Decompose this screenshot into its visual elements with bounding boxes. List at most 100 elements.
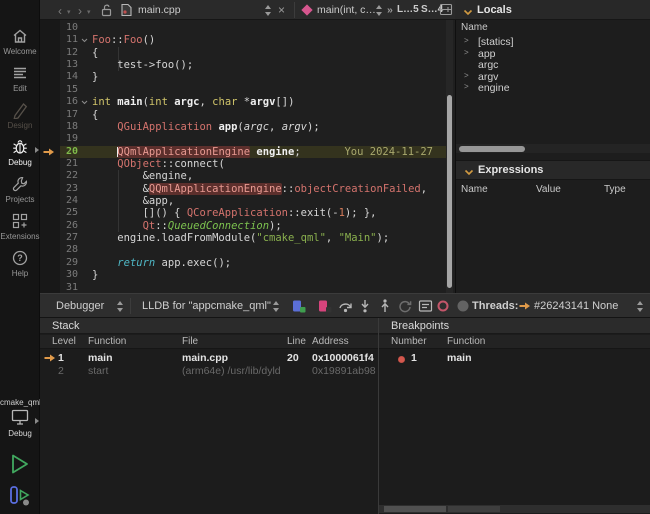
- expand-chevron-icon[interactable]: >: [464, 48, 469, 57]
- code-line-28[interactable]: 28: [40, 244, 447, 256]
- expand-chevron-icon[interactable]: >: [464, 71, 469, 80]
- breakpoint-margin-cell[interactable]: [40, 207, 60, 219]
- code-line-31[interactable]: 31: [40, 282, 447, 293]
- unlock-icon[interactable]: [100, 3, 114, 20]
- stack-col-file[interactable]: File: [182, 336, 198, 347]
- line-number[interactable]: 20: [60, 146, 78, 158]
- code-line-19[interactable]: 19: [40, 133, 447, 145]
- code-line-27[interactable]: 27 engine.loadFromModule("cmake_qml", "M…: [40, 232, 447, 244]
- sidebar-mode-debug[interactable]: Debug: [0, 135, 40, 172]
- breakpoint-margin-cell[interactable]: [40, 133, 60, 145]
- code-line-30[interactable]: 30}: [40, 269, 447, 281]
- code-line-11[interactable]: 11Foo::Foo(): [40, 34, 447, 46]
- scrollbar-thumb[interactable]: [447, 95, 452, 288]
- line-number[interactable]: 13: [60, 59, 78, 71]
- thread-dropdown-icon[interactable]: [636, 301, 644, 312]
- line-number[interactable]: 19: [60, 133, 78, 145]
- breakpoint-margin-cell[interactable]: [40, 34, 60, 46]
- code-line-29[interactable]: 29 return app.exec();: [40, 257, 447, 269]
- stack-col-address[interactable]: Address: [312, 336, 349, 347]
- breakpoint-margin-cell[interactable]: [40, 96, 60, 108]
- line-number[interactable]: 24: [60, 195, 78, 207]
- line-number[interactable]: 15: [60, 84, 78, 96]
- forward-button[interactable]: ›: [78, 4, 82, 18]
- breakpoint-margin-cell[interactable]: [40, 244, 60, 256]
- snapshot-circle-icon[interactable]: [456, 299, 470, 313]
- kit-selector-button[interactable]: Debug: [0, 408, 40, 442]
- breakpoint-margin-cell[interactable]: [40, 269, 60, 281]
- sidebar-mode-edit[interactable]: Edit: [0, 61, 40, 98]
- breakpoint-margin-cell[interactable]: [40, 282, 60, 293]
- locals-horizontal-scrollbar[interactable]: [456, 144, 650, 153]
- execution-pointer-icon[interactable]: [40, 146, 60, 158]
- code-line-22[interactable]: 22 &engine,: [40, 170, 447, 182]
- code-line-15[interactable]: 15: [40, 84, 447, 96]
- line-number[interactable]: 28: [60, 244, 78, 256]
- fold-chevron-icon[interactable]: [78, 96, 90, 108]
- breakpoint-row-1[interactable]: 1main: [379, 352, 650, 365]
- line-number[interactable]: 30: [60, 269, 78, 281]
- fold-chevron-icon[interactable]: [78, 34, 90, 46]
- debug-engine-dropdown[interactable]: LLDB for "appcmake_qml": [142, 300, 271, 312]
- line-number[interactable]: 11: [60, 34, 78, 46]
- line-number[interactable]: 16: [60, 96, 78, 108]
- symbol-dropdown[interactable]: main(int, c…: [317, 4, 376, 16]
- document-dropdown-icon[interactable]: [264, 5, 272, 16]
- split-editor-icon[interactable]: [439, 3, 453, 19]
- engine-dropdown-icon[interactable]: [272, 301, 280, 312]
- stack-frame-row-2[interactable]: 2start(arm64e) /usr/lib/dyld0x19891ab98: [40, 365, 378, 378]
- code-editor[interactable]: 1011Foo::Foo()12{13 test->foo();14}1516i…: [40, 20, 455, 293]
- line-number[interactable]: 26: [60, 220, 78, 232]
- sidebar-mode-help[interactable]: ?Help: [0, 246, 40, 283]
- breakpoint-margin-cell[interactable]: [40, 232, 60, 244]
- breakpoint-margin-cell[interactable]: [40, 71, 60, 83]
- line-number[interactable]: 12: [60, 47, 78, 59]
- bp-col-number[interactable]: Number: [391, 336, 427, 347]
- breakpoint-margin-cell[interactable]: [40, 257, 60, 269]
- start-debugging-button[interactable]: [8, 484, 32, 508]
- editor-vertical-scrollbar[interactable]: [446, 20, 453, 293]
- thread-dropdown[interactable]: #26243141 None: [534, 300, 618, 312]
- scrollbar-thumb[interactable]: [459, 146, 525, 152]
- code-line-23[interactable]: 23 &QQmlApplicationEngine::objectCreatio…: [40, 183, 447, 195]
- sidebar-mode-extensions[interactable]: Extensions: [0, 209, 40, 246]
- locals-item-app[interactable]: >app: [456, 48, 650, 60]
- breakpoint-margin-cell[interactable]: [40, 158, 60, 170]
- collapse-chevron-icon[interactable]: [464, 167, 474, 179]
- breakpoint-margin-cell[interactable]: [40, 59, 60, 71]
- breakpoint-margin-cell[interactable]: [40, 47, 60, 59]
- line-number[interactable]: 22: [60, 170, 78, 182]
- continue-icon[interactable]: [292, 299, 306, 313]
- line-number[interactable]: 29: [60, 257, 78, 269]
- line-number[interactable]: 14: [60, 71, 78, 83]
- sidebar-mode-design[interactable]: Design: [0, 98, 40, 135]
- code-line-21[interactable]: 21 QObject::connect(: [40, 158, 447, 170]
- stack-col-line[interactable]: Line: [287, 336, 306, 347]
- breakpoint-margin-cell[interactable]: [40, 220, 60, 232]
- code-line-14[interactable]: 14}: [40, 71, 447, 83]
- forward-history-icon[interactable]: ▾: [87, 8, 91, 16]
- code-line-20[interactable]: 20 QQmlApplicationEngine engine;You 2024…: [40, 146, 447, 158]
- step-over-icon[interactable]: [338, 299, 352, 313]
- code-line-18[interactable]: 18 QGuiApplication app(argc, argv);: [40, 121, 447, 133]
- collapse-chevron-icon[interactable]: [463, 7, 473, 19]
- scrollbar-thumb[interactable]: [384, 506, 446, 512]
- close-document-icon[interactable]: ×: [278, 3, 285, 17]
- breakpoint-margin-cell[interactable]: [40, 170, 60, 182]
- breakpoint-margin-cell[interactable]: [40, 84, 60, 96]
- interrupt-icon[interactable]: [318, 299, 332, 313]
- record-ring-icon[interactable]: [436, 299, 450, 313]
- line-number[interactable]: 18: [60, 121, 78, 133]
- back-button[interactable]: ‹: [58, 4, 62, 18]
- code-line-26[interactable]: 26 Qt::QueuedConnection);: [40, 220, 447, 232]
- stack-col-function[interactable]: Function: [88, 336, 126, 347]
- expand-chevron-icon[interactable]: >: [464, 36, 469, 45]
- expand-chevron-icon[interactable]: >: [464, 82, 469, 91]
- code-line-16[interactable]: 16int main(int argc, char *argv[]): [40, 96, 447, 108]
- locals-item-argc[interactable]: argc: [456, 59, 650, 71]
- code-line-25[interactable]: 25 []() { QCoreApplication::exit(-1); },: [40, 207, 447, 219]
- breakpoints-horizontal-scrollbar[interactable]: [379, 505, 650, 513]
- overview-chevron[interactable]: »: [387, 4, 393, 16]
- breakpoint-margin-cell[interactable]: [40, 22, 60, 34]
- step-out-icon[interactable]: [378, 299, 392, 313]
